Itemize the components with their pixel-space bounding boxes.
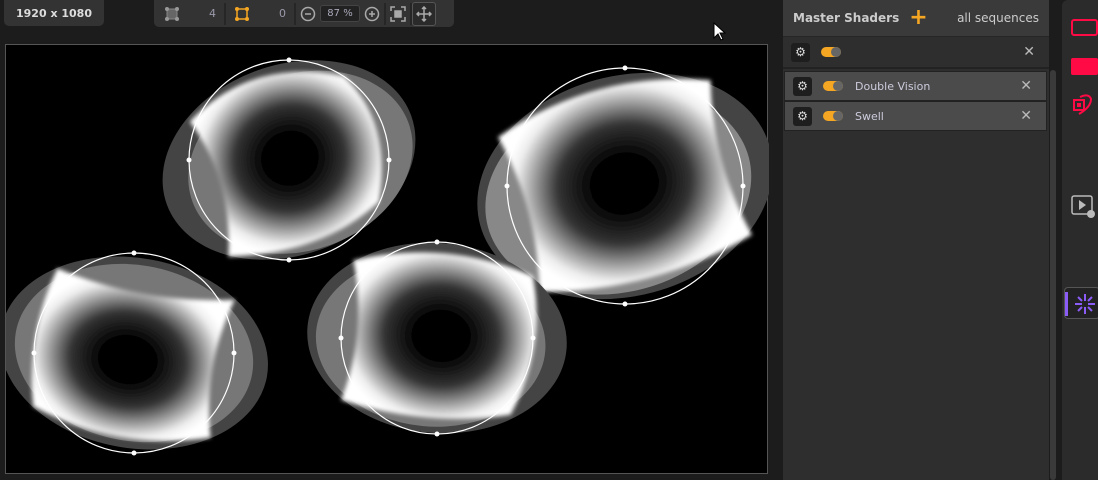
gear-icon[interactable]: ⚙ [793,106,812,126]
zoom-level-field[interactable]: 87 % [320,5,360,22]
resolution-label: 1920 x 1080 [4,0,104,26]
shader-toggle[interactable] [821,47,841,57]
mouse-cursor-icon [713,22,727,41]
close-icon[interactable]: ✕ [1020,108,1032,124]
gear-icon[interactable]: ⚙ [793,76,812,96]
scrollbar[interactable] [1050,70,1056,480]
fit-screen-icon[interactable] [386,2,410,26]
close-icon[interactable]: ✕ [1020,78,1032,94]
pan-move-icon[interactable] [412,1,436,26]
shader-row[interactable]: ⚙ Double Vision ✕ [784,71,1047,101]
tool-strip [1062,0,1098,480]
close-icon[interactable]: ✕ [1023,44,1035,60]
add-shader-button[interactable]: + [909,7,927,29]
shape-count: 4 [209,7,216,20]
rectangle-outline-icon[interactable] [1071,19,1098,36]
shader-label: Double Vision [855,79,931,93]
selected-count: 0 [279,7,286,20]
shader-row[interactable]: ⚙ ✕ [783,37,1049,69]
shader-shapes [0,60,773,450]
gear-icon[interactable]: ⚙ [791,42,810,62]
canvas-toolbar: 4 0 87 % [154,0,454,27]
shader-toggle[interactable] [823,111,843,121]
effects-button[interactable] [1064,287,1098,319]
zoom-in-icon[interactable] [360,2,384,26]
all-sequences-link[interactable]: all sequences [957,11,1039,25]
sparkle-icon [1075,294,1095,314]
preview-canvas[interactable] [0,44,773,474]
shader-label: Swell [855,109,884,123]
shape-select-icon[interactable] [160,2,184,26]
master-shaders-panel: Master Shaders + all sequences ⚙ ✕ ⚙ Dou… [783,0,1049,480]
rectangle-filled-icon[interactable] [1071,58,1098,75]
shader-row[interactable]: ⚙ Swell ✕ [784,101,1047,131]
panel-title: Master Shaders [793,11,900,25]
panel-header: Master Shaders + all sequences [783,0,1049,37]
zoom-out-icon[interactable] [296,2,320,26]
warp-shape-icon[interactable] [1071,93,1095,117]
play-settings-icon[interactable] [1071,194,1097,220]
shader-toggle[interactable] [823,81,843,91]
selected-shape-icon[interactable] [230,2,254,26]
